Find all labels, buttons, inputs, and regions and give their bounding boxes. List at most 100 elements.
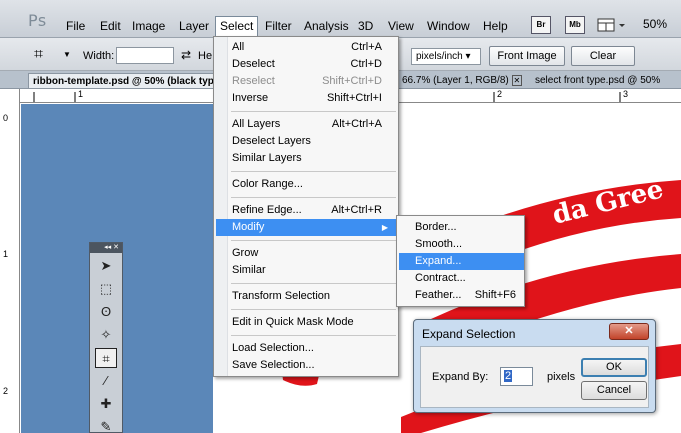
tab-select-front-type[interactable]: select front type.psd @ 50% xyxy=(531,73,664,88)
height-label: He xyxy=(198,50,213,62)
menu-bar: Ps File Edit Image Layer Select Filter A… xyxy=(0,0,681,38)
menu-item-similar[interactable]: Similar xyxy=(216,262,396,279)
healing-brush-tool-icon[interactable]: ✚ xyxy=(95,394,117,414)
menu-item-contract[interactable]: Contract... xyxy=(399,270,524,287)
brush-tool-icon[interactable]: ✎ xyxy=(95,417,117,433)
width-input[interactable] xyxy=(116,47,174,64)
menu-item-all-layers[interactable]: All Layers Alt+Ctrl+A xyxy=(216,116,396,133)
front-image-button[interactable]: Front Image xyxy=(489,46,565,66)
menu-item-shortcut: Shift+Ctrl+I xyxy=(326,92,382,104)
menu-help[interactable]: Help xyxy=(479,16,512,36)
panel-header[interactable]: ◂◂ ✕ xyxy=(90,243,122,253)
magic-wand-tool-icon[interactable]: ✧ xyxy=(95,325,117,345)
crop-tool-icon[interactable]: ⌗ xyxy=(34,47,43,63)
menu-item-deselect[interactable]: Deselect Ctrl+D xyxy=(216,56,396,73)
tab-ribbon-template[interactable]: ribbon-template.psd @ 50% (black typ xyxy=(28,73,219,88)
menu-item-label: Similar Layers xyxy=(232,152,302,164)
menu-item-load-selection[interactable]: Load Selection... xyxy=(216,340,396,357)
ok-button[interactable]: OK xyxy=(581,358,647,377)
bridge-button[interactable]: Br xyxy=(531,16,551,34)
menu-separator xyxy=(231,197,396,198)
marquee-tool-icon[interactable]: ⬚ xyxy=(95,279,117,299)
mini-bridge-button[interactable]: Mb xyxy=(565,16,585,34)
ruler-label: 2 xyxy=(3,386,9,396)
close-button[interactable]: ✕ xyxy=(609,323,649,340)
menu-item-shortcut: Ctrl+A xyxy=(351,41,382,53)
menu-item-label: Load Selection... xyxy=(232,342,314,354)
menu-item-label: Contract... xyxy=(415,272,466,284)
menu-item-inverse[interactable]: Inverse Shift+Ctrl+I xyxy=(216,90,396,107)
vertical-ruler: 0 1 2 xyxy=(0,89,20,433)
expand-by-value: 2 xyxy=(504,370,513,382)
chevron-down-icon[interactable]: ▼ xyxy=(63,50,71,59)
close-icon: ✕ xyxy=(624,325,634,337)
pixels-label: pixels xyxy=(547,371,576,383)
menu-layer[interactable]: Layer xyxy=(175,16,213,36)
menu-view[interactable]: View xyxy=(384,16,418,36)
eyedropper-tool-icon[interactable]: ⁄ xyxy=(95,371,117,391)
menu-separator xyxy=(231,171,396,172)
crop-tool-icon[interactable]: ⌗ xyxy=(95,348,117,368)
ruler-label: 2 xyxy=(497,89,503,99)
menu-item-label: Reselect xyxy=(232,75,275,87)
move-tool-icon[interactable]: ➤ xyxy=(95,256,117,276)
menu-analysis[interactable]: Analysis xyxy=(300,16,353,36)
menu-item-save-selection[interactable]: Save Selection... xyxy=(216,357,396,374)
menu-item-border[interactable]: Border... xyxy=(399,219,524,236)
menu-item-label: Inverse xyxy=(232,92,269,104)
menu-item-shortcut: Alt+Ctrl+R xyxy=(331,204,382,216)
menu-separator xyxy=(231,111,396,112)
menu-file[interactable]: File xyxy=(62,16,89,36)
tab-layer1[interactable]: 66.7% (Layer 1, RGB/8) ✕ xyxy=(398,73,526,88)
menu-item-reselect: Reselect Shift+Ctrl+D xyxy=(216,73,396,90)
menu-item-deselect-layers[interactable]: Deselect Layers xyxy=(216,133,396,150)
menu-item-label: All xyxy=(232,41,245,53)
menu-item-shortcut: Shift+F6 xyxy=(474,289,516,301)
menu-item-expand[interactable]: Expand... xyxy=(399,253,524,270)
menu-item-label: Save Selection... xyxy=(232,359,315,371)
menu-select[interactable]: Select xyxy=(215,16,259,36)
menu-edit[interactable]: Edit xyxy=(96,16,125,36)
tools-panel[interactable]: ◂◂ ✕ ➤ ⬚ ʘ ✧ ⌗ ⁄ ✚ ✎ xyxy=(89,242,123,433)
units-value: pixels/inch xyxy=(416,51,463,62)
menu-item-all[interactable]: All Ctrl+A xyxy=(216,39,396,56)
swap-icon[interactable]: ⇄ xyxy=(181,48,191,62)
lasso-tool-icon[interactable]: ʘ xyxy=(95,302,117,322)
menu-item-label: Modify xyxy=(232,221,265,233)
menu-separator xyxy=(231,309,396,310)
menu-item-grow[interactable]: Grow xyxy=(216,245,396,262)
menu-item-similar-layers[interactable]: Similar Layers xyxy=(216,150,396,167)
menu-window[interactable]: Window xyxy=(423,16,474,36)
menu-item-label: Expand... xyxy=(415,255,462,267)
menu-item-label: Deselect xyxy=(232,58,275,70)
menu-image[interactable]: Image xyxy=(128,16,169,36)
menu-item-smooth[interactable]: Smooth... xyxy=(399,236,524,253)
menu-item-label: Similar xyxy=(232,264,266,276)
menu-item-feather[interactable]: Feather... Shift+F6 xyxy=(399,287,524,304)
menu-separator xyxy=(231,240,396,241)
arrange-documents-icon[interactable] xyxy=(597,17,625,33)
cancel-button[interactable]: Cancel xyxy=(581,381,647,400)
close-icon[interactable]: ✕ xyxy=(511,75,523,86)
resolution-units-select[interactable]: pixels/inch ▾ xyxy=(411,48,481,65)
menu-filter[interactable]: Filter xyxy=(261,16,296,36)
submenu-arrow-icon: ▶ xyxy=(381,223,388,232)
dialog-body: Expand By: 2 pixels OK Cancel xyxy=(420,346,649,408)
menu-item-label: Transform Selection xyxy=(232,290,331,302)
menu-item-shortcut: Shift+Ctrl+D xyxy=(322,75,382,87)
expand-by-input[interactable]: 2 xyxy=(500,367,533,386)
menu-item-refine-edge[interactable]: Refine Edge... Alt+Ctrl+R xyxy=(216,202,396,219)
menu-item-label: Grow xyxy=(232,247,259,259)
ruler-label: 1 xyxy=(78,89,84,99)
menu-item-quick-mask[interactable]: Edit in Quick Mask Mode xyxy=(216,314,396,331)
clear-button[interactable]: Clear xyxy=(571,46,635,66)
menu-item-label: Smooth... xyxy=(415,238,463,250)
menu-item-color-range[interactable]: Color Range... xyxy=(216,176,396,193)
zoom-level[interactable]: 50% xyxy=(643,17,667,31)
menu-item-label: Color Range... xyxy=(232,178,303,190)
menu-item-transform-selection[interactable]: Transform Selection xyxy=(216,288,396,305)
menu-item-modify[interactable]: Modify ▶ xyxy=(216,219,396,236)
menu-3d[interactable]: 3D xyxy=(354,16,377,36)
tab-layer1-label: 66.7% (Layer 1, RGB/8) xyxy=(402,75,509,86)
photoshop-logo: Ps xyxy=(28,11,47,30)
